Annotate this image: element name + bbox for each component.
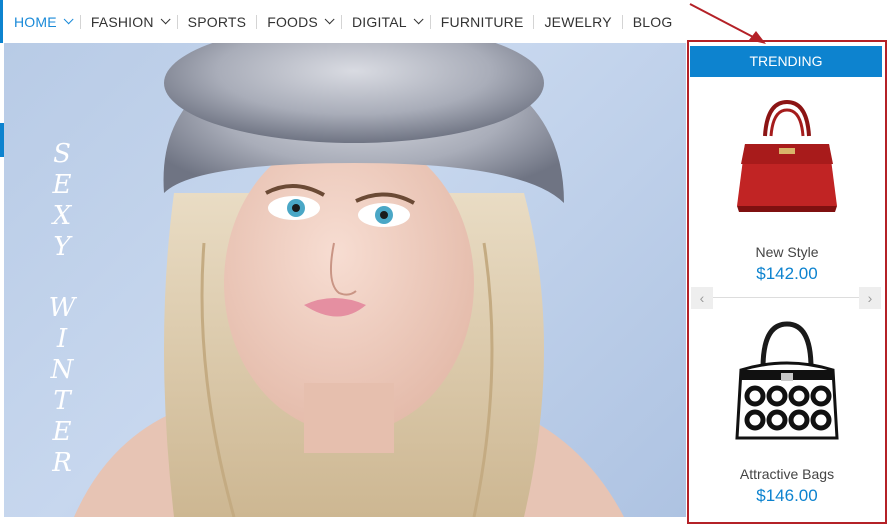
hero-model-illustration [74,43,624,517]
hero-letter: Y [53,232,71,262]
main-navigation: HOME FASHION SPORTS FOODS DIGITAL FURNIT… [0,0,894,43]
product-price: $146.00 [756,486,818,505]
nav-item-jewelry[interactable]: JEWELRY [544,14,611,30]
product-name[interactable]: Attractive Bags [689,466,885,482]
nav-item-foods[interactable]: FOODS [267,13,335,30]
chevron-right-icon[interactable]: › [859,287,881,309]
product-card[interactable]: Attractive Bags $146.00 [689,318,885,506]
product-card[interactable]: New Style $142.00 [689,94,885,284]
nav-separator [533,14,535,29]
nav-item-label: FURNITURE [440,13,524,30]
nav-item-sports[interactable]: SPORTS [188,14,247,30]
product-divider [711,297,861,298]
nav-menu: HOME FASHION SPORTS FOODS DIGITAL FURNIT… [0,14,672,30]
hero-letter: E [52,170,72,200]
hero-letter: E [52,417,72,447]
hero-text-winter: WINTER [48,293,76,479]
circle-pattern-handbag-image[interactable] [727,318,847,448]
nav-item-blog[interactable]: BLOG [633,14,673,30]
nav-active-accent [0,0,3,43]
chevron-down-icon [63,14,74,25]
nav-item-home[interactable]: HOME [14,13,74,30]
hero-letter: N [50,355,74,385]
nav-item-label: SPORTS [187,13,247,30]
hero-letter: R [52,448,72,478]
hero-letter: T [53,386,71,416]
trending-widget: TRENDING New Style $142.00 ‹ › Attractiv… [687,40,887,524]
hero-letter: W [48,293,76,323]
trending-title: TRENDING [690,46,882,77]
nav-item-digital[interactable]: DIGITAL [351,13,424,30]
nav-item-label: BLOG [632,13,673,30]
nav-separator [256,14,258,29]
chevron-down-icon [160,14,171,25]
hero-letter: I [56,324,68,354]
hero-banner[interactable]: SEXY WINTER [4,43,686,517]
product-price: $142.00 [756,264,818,283]
nav-item-label: JEWELRY [544,13,612,30]
nav-item-label: HOME [14,13,57,30]
chevron-left-icon[interactable]: ‹ [691,287,713,309]
nav-separator [176,14,178,29]
nav-separator [340,14,342,29]
red-handbag-image[interactable] [727,94,847,224]
product-name[interactable]: New Style [689,244,885,260]
chevron-down-icon [324,14,335,25]
nav-item-furniture[interactable]: FURNITURE [441,14,524,30]
nav-item-label: FOODS [267,13,318,30]
hero-letter: S [53,139,71,169]
chevron-down-icon [413,14,424,25]
nav-item-fashion[interactable]: FASHION [90,13,171,30]
hero-vertical-text: SEXY WINTER [48,139,76,479]
nav-item-label: DIGITAL [351,13,407,30]
nav-separator [429,14,431,29]
hero-text-sexy: SEXY [48,139,76,263]
hero-letter: X [52,201,72,231]
nav-separator [621,14,623,29]
nav-separator [79,14,81,29]
nav-item-label: FASHION [90,13,154,30]
